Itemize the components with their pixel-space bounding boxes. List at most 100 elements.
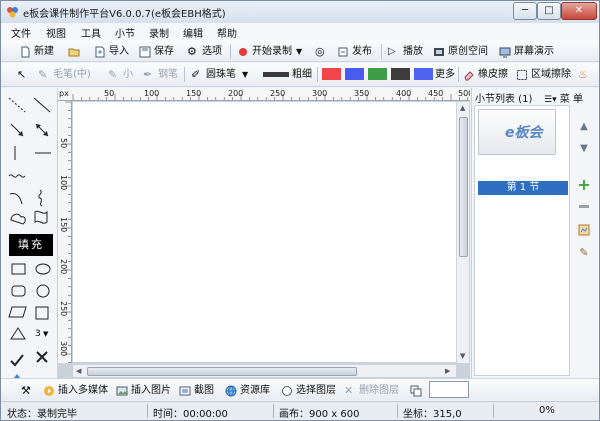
delete-layer-button[interactable]: ✕ 删除图层: [344, 383, 399, 398]
status-separator: [493, 404, 494, 418]
layer-copy-button[interactable]: [410, 383, 425, 398]
color-swatch-green[interactable]: [368, 68, 387, 80]
menu-help[interactable]: 帮助: [217, 25, 237, 40]
more-label: 更多: [435, 69, 455, 80]
new-button[interactable]: 新建: [19, 44, 54, 59]
start-record-button[interactable]: 开始录制 ▼: [237, 44, 302, 59]
region-select-icon: [517, 69, 527, 80]
canvas-area: px 50 100 150 200 250 300 350 400 450 50…: [58, 88, 470, 378]
start-record-label: 开始录制: [252, 46, 292, 57]
drawing-canvas[interactable]: [73, 102, 456, 362]
paint-tool[interactable]: ♨: [578, 67, 593, 82]
screen-demo-button[interactable]: 屏幕演示: [499, 44, 554, 59]
color-swatch-blue[interactable]: [345, 68, 364, 80]
polygon-count[interactable]: 3: [35, 329, 41, 339]
toolbar-separator: [317, 67, 318, 82]
ruler-top: px 50 100 150 200 250 300 350 400 450 50…: [58, 88, 470, 101]
section-menu-button[interactable]: ☰▾ 菜 单: [544, 90, 583, 105]
color-swatch-red[interactable]: [322, 68, 341, 80]
canvas-horizontal-scrollbar[interactable]: ◀ ▶: [73, 364, 456, 377]
target-icon: ◎: [315, 44, 325, 58]
status-percent: 0%: [539, 405, 555, 416]
move-down-button[interactable]: ▼: [576, 140, 592, 156]
status-separator: [397, 404, 398, 418]
canvas-vertical-scrollbar[interactable]: ▲ ▼: [456, 102, 469, 363]
scroll-down-icon[interactable]: ▼: [460, 352, 465, 360]
screenshot-button[interactable]: 截图: [179, 383, 214, 398]
close-button[interactable]: ✕: [561, 2, 597, 20]
select-layer-button[interactable]: 选择图层: [281, 383, 336, 398]
eraser-tool[interactable]: 橡皮擦: [463, 67, 508, 82]
gear-icon: ⚙: [187, 44, 197, 58]
maximize-button[interactable]: □: [537, 2, 561, 20]
menu-section[interactable]: 小节: [115, 25, 135, 40]
import-icon: [95, 46, 105, 57]
brush-medium-tool[interactable]: ✎ 毛笔(中): [38, 67, 91, 82]
open-button[interactable]: [68, 44, 83, 59]
status-coordinates: 坐标：315,0: [403, 409, 462, 420]
monitor-icon: [499, 47, 511, 57]
add-section-button[interactable]: +: [576, 175, 592, 194]
ruler-top-label: 250: [270, 89, 286, 98]
section-list[interactable]: e板会 第 1 节: [474, 105, 570, 376]
original-space-button[interactable]: 原创空间: [433, 44, 488, 59]
publish-button[interactable]: 发布: [337, 44, 372, 59]
options-button[interactable]: ⚙ 选项: [187, 44, 222, 59]
scroll-up-icon[interactable]: ▲: [460, 104, 465, 112]
radio-icon: [282, 385, 292, 396]
record-target-button[interactable]: ◎: [315, 44, 330, 59]
menu-tools[interactable]: 工具: [81, 25, 101, 40]
play-button[interactable]: ▷ 播放: [388, 44, 423, 59]
insert-media-label: 插入多媒体: [58, 385, 108, 396]
menu-file[interactable]: 文件: [11, 25, 31, 40]
line-thickness-preview[interactable]: [263, 72, 289, 77]
main-toolbar: 新建 导入 保存 ⚙ 选项 开始录制 ▼ ◎ 发布 ▷ 播放 原创空间 屏幕演示: [1, 40, 599, 62]
globe-icon: [225, 385, 237, 396]
remove-section-button[interactable]: [576, 198, 592, 214]
save-icon: [139, 46, 151, 57]
pen-tool[interactable]: ✒ 钢笔: [143, 67, 178, 82]
scroll-right-icon[interactable]: ▶: [445, 367, 450, 375]
pointer-tool[interactable]: ↖: [17, 67, 32, 82]
vertical-scroll-thumb[interactable]: [459, 117, 468, 257]
resource-library-button[interactable]: 资源库: [225, 383, 270, 398]
paint-bucket-icon: ♨: [578, 67, 588, 81]
ballpoint-tool[interactable]: ✐ 圆珠笔 ▼: [191, 67, 248, 82]
image-icon: [116, 386, 128, 395]
menu-edit[interactable]: 编辑: [183, 25, 203, 40]
menu-view[interactable]: 视图: [46, 25, 66, 40]
insert-media-button[interactable]: 插入多媒体: [43, 383, 108, 398]
play-label: 播放: [403, 46, 423, 57]
shape-palette: 填充 3 ▼: [1, 88, 58, 378]
section-thumbnail[interactable]: e板会: [478, 109, 556, 155]
color-swatch-black[interactable]: [391, 68, 410, 80]
thickness-button[interactable]: 粗细: [292, 67, 312, 82]
minimize-button[interactable]: ─: [513, 2, 537, 20]
section-tool-button[interactable]: ✎: [576, 244, 592, 260]
menu-record[interactable]: 录制: [149, 25, 169, 40]
folder-open-icon: [68, 48, 80, 56]
region-erase-tool[interactable]: 区域擦除: [516, 67, 571, 82]
toolbar-separator: [381, 44, 382, 59]
section-image-button[interactable]: [576, 222, 592, 238]
ruler-left-label: 100: [59, 175, 68, 191]
save-button[interactable]: 保存: [139, 44, 174, 59]
section-item[interactable]: 第 1 节: [478, 181, 568, 195]
chevron-down-icon[interactable]: ▼: [43, 330, 48, 338]
list-menu-icon: ☰▾: [544, 95, 557, 105]
ruler-top-label: 50: [104, 89, 115, 98]
new-file-icon: [21, 46, 30, 57]
move-up-button[interactable]: ▲: [576, 118, 592, 134]
more-colors-button[interactable]: 更多: [435, 67, 455, 82]
horizontal-scroll-thumb[interactable]: [87, 367, 357, 376]
color-swatch-indigo[interactable]: [414, 68, 433, 80]
tools-button[interactable]: ⚒: [21, 383, 36, 398]
scroll-left-icon[interactable]: ◀: [76, 367, 81, 375]
import-button[interactable]: 导入: [94, 44, 129, 59]
layer-input[interactable]: [429, 381, 469, 398]
ballpoint-icon: ✐: [191, 67, 201, 81]
fill-tool[interactable]: 填充: [9, 234, 53, 256]
triangle-up-icon: ▲: [580, 120, 588, 132]
brush-small-tool[interactable]: ✎ 小: [108, 67, 133, 82]
insert-image-button[interactable]: 插入图片: [116, 383, 171, 398]
